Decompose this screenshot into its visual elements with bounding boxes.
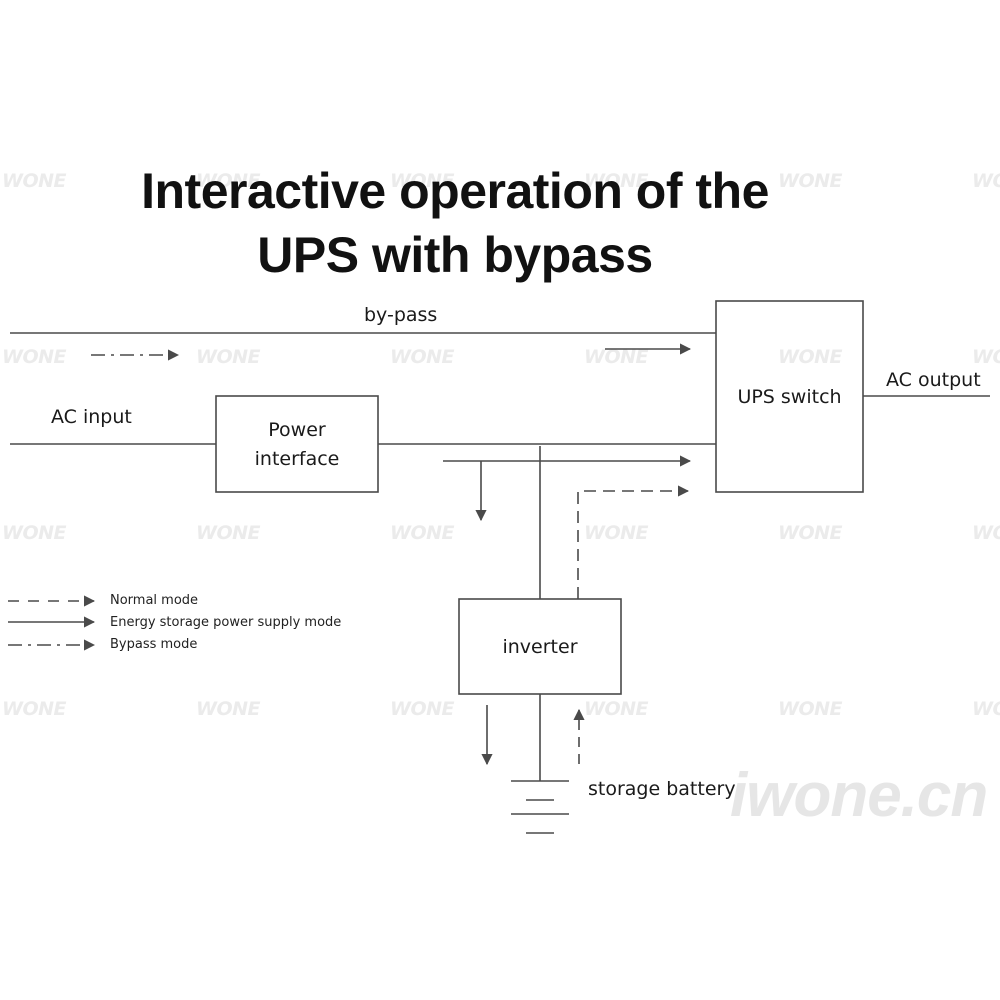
- legend-normal-mode: Normal mode: [110, 593, 199, 608]
- legend-energy-storage-mode: Energy storage power supply mode: [110, 615, 342, 630]
- power-interface-label: Power interface: [216, 416, 378, 474]
- ac-input-label: AC input: [51, 406, 132, 428]
- normal-mode-flow-arrow: [577, 485, 690, 599]
- ac-output-label: AC output: [886, 369, 981, 391]
- legend-bypass-mode: Bypass mode: [110, 637, 198, 652]
- power-interface-label-line1: Power: [268, 419, 326, 441]
- ups-switch-label: UPS switch: [737, 386, 842, 408]
- storage-battery-label: storage battery: [588, 778, 736, 800]
- brand-watermark: iwone.cn: [730, 761, 988, 830]
- power-interface-label-line2: interface: [254, 448, 340, 470]
- inverter-label: inverter: [502, 636, 578, 658]
- ups-bypass-diagram: WONEWONEWONEWONEWONEWONEWONEWONEWONEWONE…: [0, 0, 1000, 1000]
- diagram-canvas: [8, 300, 990, 834]
- bypass-label: by-pass: [364, 304, 438, 326]
